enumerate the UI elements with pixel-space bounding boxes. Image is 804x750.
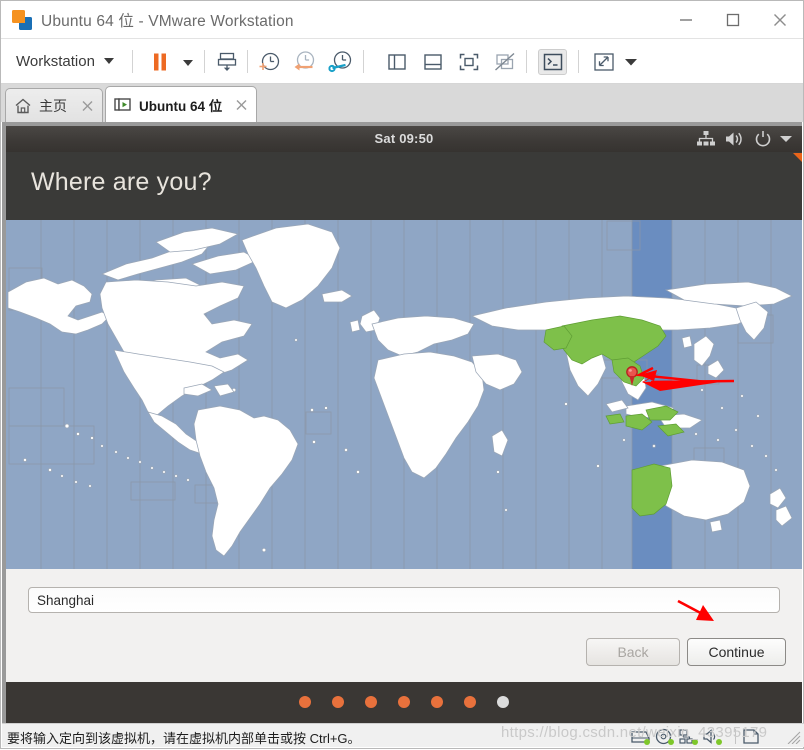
orange-corner-marker [793, 153, 802, 162]
vmware-workstation-window: Ubuntu 64 位 - VMware Workstation Worksta… [0, 0, 804, 749]
console-view-button[interactable] [538, 49, 567, 75]
vm-running-icon [114, 96, 132, 114]
timezone-map[interactable] [6, 220, 802, 569]
window-titlebar: Ubuntu 64 位 - VMware Workstation [1, 1, 803, 39]
pause-vm-button[interactable] [145, 49, 175, 75]
toolbar-separator [132, 50, 133, 73]
panel-clock[interactable]: Sat 09:50 [6, 131, 802, 146]
sound-card-status-icon[interactable] [702, 728, 724, 745]
installer-step-dot [497, 696, 509, 708]
workstation-menu-label: Workstation [16, 52, 95, 70]
network-adapter-status-icon[interactable] [678, 728, 700, 745]
stretch-dropdown-button[interactable] [621, 49, 641, 75]
usb-status-icon[interactable] [740, 728, 762, 745]
session-menu-chevron-down-icon[interactable] [780, 130, 794, 148]
chevron-down-icon [183, 60, 193, 66]
vmware-logo-icon [12, 10, 33, 31]
close-button[interactable] [756, 1, 803, 38]
unity-mode-disabled-button[interactable] [491, 49, 518, 75]
installer-progress-bar [6, 682, 802, 726]
cd-dvd-status-icon[interactable] [654, 728, 676, 745]
city-input[interactable] [28, 587, 780, 613]
network-icon[interactable] [696, 130, 716, 148]
manage-snapshots-button[interactable] [213, 49, 240, 75]
ubuntu-top-panel: Sat 09:50 [6, 126, 802, 152]
home-icon [14, 97, 32, 115]
toolbar-separator [526, 50, 527, 73]
installer-step-dot [431, 696, 443, 708]
workstation-menu-button[interactable]: Workstation [10, 47, 120, 75]
timezone-map-svg[interactable] [6, 220, 802, 569]
status-message: 要将输入定向到该虚拟机，请在虚拟机内部单击或按 Ctrl+G。 [7, 731, 361, 746]
installer-step-dot [464, 696, 476, 708]
continue-button[interactable]: Continue [687, 638, 786, 666]
installer-step-dot [398, 696, 410, 708]
main-toolbar: Workstation [1, 39, 803, 84]
toolbar-separator [247, 50, 248, 73]
show-sidebar-button[interactable] [383, 49, 410, 75]
toolbar-separator [363, 50, 364, 73]
installer-step-dot [332, 696, 344, 708]
full-screen-button[interactable] [455, 49, 482, 75]
pause-dropdown-button[interactable] [177, 49, 199, 75]
toolbar-separator [578, 50, 579, 73]
snapshot-manager-button[interactable] [327, 49, 354, 75]
hard-disk-status-icon[interactable] [630, 728, 652, 745]
tab-home-label: 主页 [39, 97, 67, 114]
installer-heading: Where are you? [31, 168, 212, 196]
status-bar: 要将输入定向到该虚拟机，请在虚拟机内部单击或按 Ctrl+G。 [2, 723, 804, 747]
take-snapshot-button[interactable] [255, 49, 282, 75]
installer-step-dot [299, 696, 311, 708]
chevron-down-icon [103, 58, 114, 64]
stretch-guest-button[interactable] [590, 49, 617, 75]
installer-step-dots [6, 696, 802, 708]
resize-grip-icon[interactable] [787, 731, 801, 745]
show-thumbnail-bar-button[interactable] [419, 49, 446, 75]
close-icon[interactable] [81, 99, 94, 112]
power-icon[interactable] [754, 130, 772, 148]
minimize-button[interactable] [662, 1, 709, 38]
page-title: Ubuntu 64 位 - VMware Workstation [41, 13, 294, 30]
vm-tab-bar: 主页 Ubuntu 64 位 [1, 84, 803, 122]
guest-display-area[interactable]: Sat 09:50 Where are you? Shanghai Back C… [2, 122, 802, 726]
volume-icon[interactable] [724, 130, 744, 148]
tab-ubuntu[interactable]: Ubuntu 64 位 [105, 86, 257, 122]
installer-step-dot [365, 696, 377, 708]
close-icon[interactable] [235, 98, 248, 111]
maximize-button[interactable] [709, 1, 756, 38]
ubuntu-installer-screen[interactable]: Sat 09:50 Where are you? Shanghai Back C… [6, 126, 802, 726]
toolbar-separator [204, 50, 205, 73]
revert-snapshot-button[interactable] [291, 49, 318, 75]
installer-form-pane: Back Continue [6, 569, 802, 682]
tab-home[interactable]: 主页 [5, 88, 103, 122]
back-button[interactable]: Back [586, 638, 680, 666]
statusbar-separator [735, 729, 736, 744]
tab-ubuntu-label: Ubuntu 64 位 [139, 98, 223, 114]
